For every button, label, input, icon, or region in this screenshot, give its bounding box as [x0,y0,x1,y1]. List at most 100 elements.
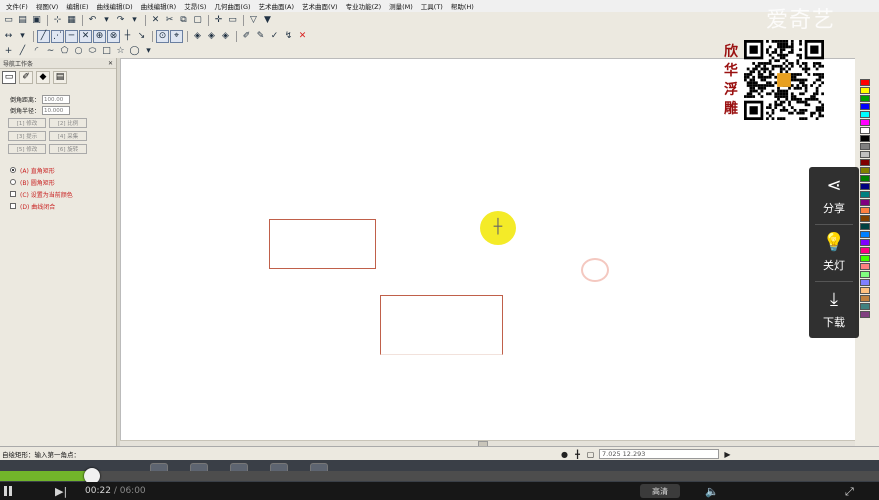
color-swatch[interactable] [860,207,870,214]
close-x-icon[interactable]: ✕ [296,30,309,43]
color-swatch[interactable] [860,287,870,294]
color-swatch[interactable] [860,199,870,206]
checkbox[interactable] [10,191,16,197]
quality-button[interactable]: 高清 [640,484,680,498]
panel-button[interactable]: [4] 采集 [49,131,87,141]
polygon-icon[interactable]: ⬠ [58,45,71,58]
color-swatch[interactable] [860,183,870,190]
circle-icon[interactable]: ○ [72,45,85,58]
cross-tool-icon[interactable]: ✕ [79,29,92,43]
arrows-icon[interactable]: ↔ [2,30,15,43]
download-button[interactable]: ⤓ 下载 [809,281,859,338]
redo-icon[interactable]: ↷ [114,14,127,27]
video-progress-bar[interactable] [0,468,879,484]
panel-button[interactable]: [6] 旋转 [49,144,87,154]
arc-icon[interactable]: ◜ [30,45,43,58]
cycle-icon[interactable]: ◯ [128,45,141,58]
volume-icon[interactable]: 🔈 [705,485,719,498]
color-swatch[interactable] [860,111,870,118]
tool4-icon[interactable]: ↯ [282,30,295,43]
menu-item[interactable]: 专业功能(Z) [342,1,386,11]
extend-icon[interactable]: ↘ [135,30,148,43]
color-swatch[interactable] [860,79,870,86]
next-icon[interactable]: ▶| [55,485,67,498]
menu-item[interactable]: 几何曲面(G) [210,1,254,11]
delete-icon[interactable]: ✕ [149,14,162,27]
color-swatch[interactable] [860,263,870,270]
color-swatch[interactable] [860,247,870,254]
star-icon[interactable]: ☆ [114,45,127,58]
color-swatch[interactable] [860,311,870,318]
option-current-color[interactable]: (C) 设置为当前颜色 [10,188,110,200]
menu-item[interactable]: 曲线编辑(R) [137,1,181,11]
option-closed-curve[interactable]: (D) 曲线闭合 [10,200,110,212]
chevron-down-icon[interactable]: ▾ [142,45,155,58]
color-swatch[interactable] [860,255,870,262]
chevron-down-icon[interactable]: ▾ [100,14,113,27]
radio-button[interactable] [10,179,16,185]
menu-item[interactable]: 艺术曲面(A) [255,1,299,11]
color-swatch[interactable] [860,151,870,158]
view-icon[interactable]: ▼ [261,14,274,27]
layer1-icon[interactable]: ◈ [191,30,204,43]
color-swatch[interactable] [860,175,870,182]
play-right-icon[interactable]: ▶ [723,450,732,459]
horizontal-tool-icon[interactable]: ─ [65,29,78,43]
node-icon[interactable]: ⌖ [170,29,183,43]
tool3-icon[interactable]: ✓ [268,30,281,43]
color-tab-icon[interactable]: ◆ [36,70,50,84]
color-swatch[interactable] [860,135,870,142]
color-swatch[interactable] [860,103,870,110]
color-swatch[interactable] [860,143,870,150]
color-swatch[interactable] [860,279,870,286]
rectangle-2[interactable] [380,295,503,355]
panel-button[interactable]: [5] 修改 [8,144,46,154]
panel-button[interactable]: [3] 提示 [8,131,46,141]
rectangle-icon[interactable]: □ [100,45,113,58]
copy-icon[interactable]: ⧉ [177,14,190,27]
color-swatch[interactable] [860,271,870,278]
color-swatch[interactable] [860,239,870,246]
new-icon[interactable]: ▭ [2,14,15,27]
open-icon[interactable]: ▤ [16,14,29,27]
filter-icon[interactable]: ▽ [247,14,260,27]
menu-item[interactable]: 帮助(H) [447,1,478,11]
menu-item[interactable]: 工具(T) [417,1,447,11]
select-icon[interactable]: ⊙ [156,29,169,43]
trim-icon[interactable]: ┼ [121,30,134,43]
color-swatch[interactable] [860,127,870,134]
rectangle-1[interactable] [269,219,376,269]
layer3-icon[interactable]: ◈ [219,30,232,43]
color-swatch[interactable] [860,95,870,102]
snap-icon[interactable]: ⊹ [51,14,64,27]
menu-item[interactable]: 艺术曲面(V) [298,1,342,11]
color-swatch[interactable] [860,159,870,166]
fullscreen-icon[interactable]: ⤢ [845,485,854,499]
share-button[interactable]: ⋖ 分享 [809,167,859,224]
tool1-icon[interactable]: ✐ [240,30,253,43]
tool2-icon[interactable]: ✎ [254,30,267,43]
ortho-toggle-icon[interactable]: ▢ [586,450,595,459]
layer-icon[interactable]: ▭ [226,14,239,27]
curve-icon[interactable]: ∼ [44,45,57,58]
color-swatch[interactable] [860,167,870,174]
chevron-down-icon[interactable]: ▾ [128,14,141,27]
circle-plus-icon[interactable]: ⊕ [93,29,106,43]
panel-button[interactable]: [2] 比例 [49,118,87,128]
circle-x-icon[interactable]: ⊗ [107,29,120,43]
color-swatch[interactable] [860,87,870,94]
line-icon[interactable]: ╱ [16,45,29,58]
chamfer-radius-input[interactable]: 10.000 [42,106,70,115]
rect-tab-icon[interactable]: ▭ [2,70,16,84]
tool-tab-icon[interactable]: ✐ [19,70,33,84]
menu-item[interactable]: 曲线编辑(D) [93,1,137,11]
menu-item[interactable]: 测量(M) [385,1,417,11]
option-right-angle[interactable]: (A) 直角矩形 [10,164,110,176]
color-swatch[interactable] [860,303,870,310]
color-swatch[interactable] [860,119,870,126]
radio-button[interactable] [10,167,16,173]
paste-icon[interactable]: ▢ [191,14,204,27]
pin-close-icon[interactable]: ✕ [108,60,113,67]
point-icon[interactable]: + [2,45,15,58]
menu-item[interactable]: 艾昂(S) [180,1,210,11]
